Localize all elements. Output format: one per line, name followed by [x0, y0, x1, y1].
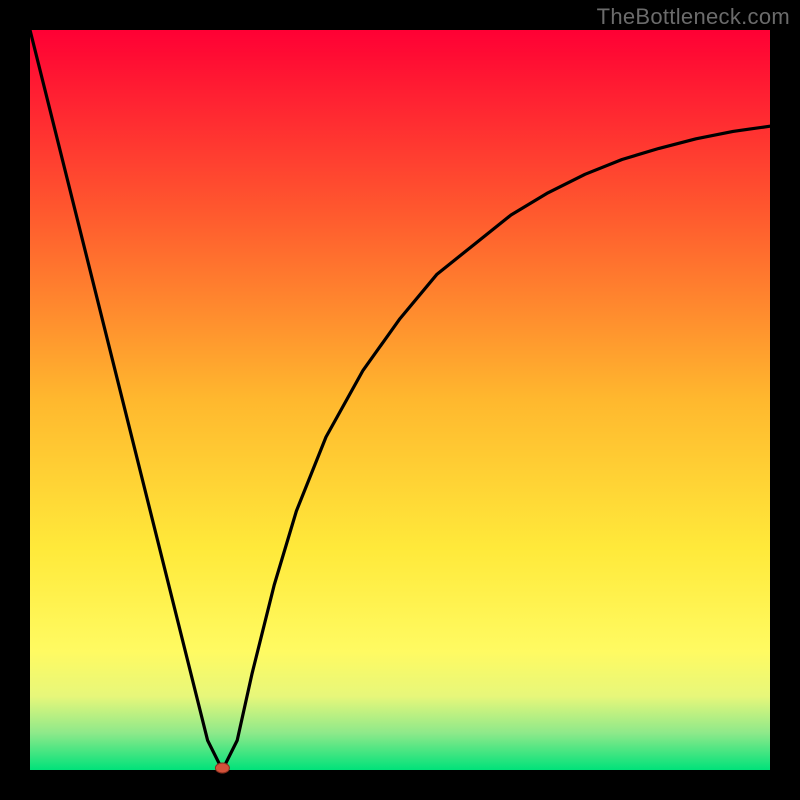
bottleneck-chart: [0, 0, 800, 800]
optimal-point-marker: [215, 763, 229, 773]
plot-background: [30, 30, 770, 770]
watermark-text: TheBottleneck.com: [597, 4, 790, 30]
chart-frame: TheBottleneck.com: [0, 0, 800, 800]
